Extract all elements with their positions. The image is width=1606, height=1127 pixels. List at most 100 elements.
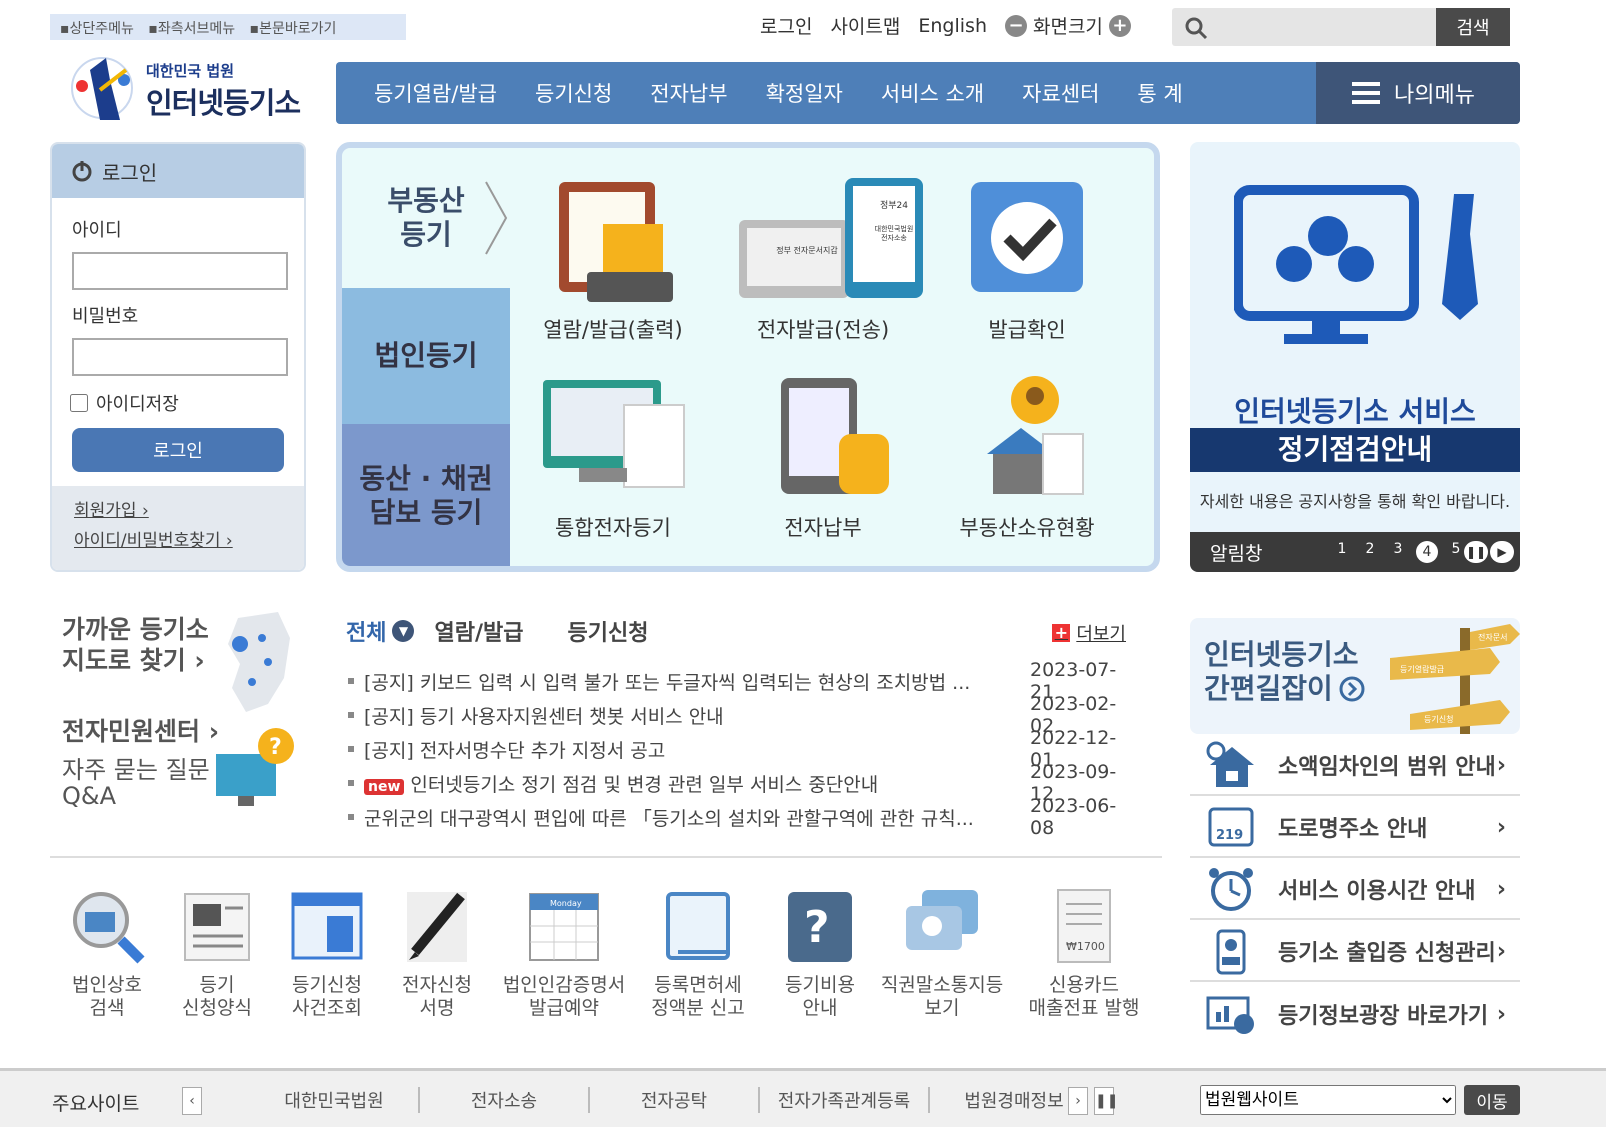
notice-row[interactable]: [공지] 키보드 입력 시 입력 불가 또는 두글자씩 입력되는 현상의 조치방… [346, 659, 1136, 703]
link-label: 등기소 출입증 신청관리 [1278, 941, 1496, 966]
chevron-left-icon[interactable]: ‹ [182, 1087, 202, 1115]
tablet-coins-icon [753, 374, 893, 504]
skip-link-content[interactable]: ▪본문바로가기 [250, 21, 337, 37]
service-license-tax[interactable]: 등록면허세 정액분 신고 [642, 886, 754, 1020]
notice-row[interactable]: [공지] 전자서명수단 추가 지정서 공고 2022-12-01 [346, 727, 1136, 771]
banner-page-1[interactable]: 1 [1332, 541, 1352, 563]
password-input[interactable] [72, 338, 288, 376]
nav-item-statistics[interactable]: 통 계 [1137, 78, 1182, 108]
link-service-hours[interactable]: 서비스 이용시간 안내 › [1190, 860, 1520, 920]
quick-item-property-owner[interactable]: 부동산소유현황 [932, 374, 1122, 542]
notice-banner[interactable]: 인터넷등기소 서비스 정기점검안내 자세한 내용은 공지사항을 통해 확인 바랍… [1190, 142, 1520, 572]
nav-item-view-issue[interactable]: 등기열람/발급 [374, 78, 497, 108]
hamburger-icon [1352, 82, 1380, 104]
banner-page-4[interactable]: 4 [1416, 541, 1438, 563]
quick-item-label: 부동산소유현황 [959, 516, 1095, 540]
nav-item-confirm-date[interactable]: 확정일자 [766, 78, 843, 108]
arrow-circle-icon [1339, 676, 1365, 702]
calendar-text: Monday [550, 899, 582, 908]
footer-site-link[interactable]: 전자가족관계등록 [760, 1087, 930, 1113]
service-cancellation-notice[interactable]: 직권말소통지등 보기 [872, 886, 1012, 1020]
nav-item-data-center[interactable]: 자료센터 [1022, 78, 1099, 108]
easy-guide-banner[interactable]: 인터넷등기소 간편길잡이 전자문서 등기열람발급 등기신청 [1190, 618, 1520, 734]
my-menu-button[interactable]: 나의메뉴 [1316, 62, 1520, 124]
skip-link-submenu[interactable]: ▪좌측서브메뉴 [148, 21, 235, 37]
id-input[interactable] [72, 252, 288, 290]
service-application-forms[interactable]: 등기 신청양식 [172, 886, 262, 1020]
service-seal-certificate[interactable]: Monday 법인인감증명서 발급예약 [494, 886, 634, 1020]
speech-bubble-icon [902, 886, 982, 966]
save-id-checkbox[interactable] [70, 394, 88, 412]
quick-item-integrated[interactable]: 통합전자등기 [518, 374, 708, 542]
link-access-pass[interactable]: 등기소 출입증 신청관리 › [1190, 922, 1520, 982]
utility-menu: 로그인 사이트맵 English − 화면크기 + [760, 12, 1131, 39]
service-e-signature[interactable]: 전자신청 서명 [392, 886, 482, 1020]
service-label-2: 검색 [89, 997, 125, 1019]
search-button[interactable]: 검색 [1436, 8, 1510, 46]
search-input[interactable] [1216, 12, 1426, 42]
service-label-2: 신청양식 [182, 997, 252, 1019]
link-small-tenant[interactable]: 소액임차인의 범위 안내 › [1190, 736, 1520, 796]
section-divider [50, 856, 1162, 858]
pause-icon[interactable]: ❚❚ [1464, 541, 1488, 563]
notice-row[interactable]: [공지] 등기 사용자지원센터 챗봇 서비스 안내 2023-02-02 [346, 693, 1136, 737]
service-cost-guide[interactable]: ? 등기비용 안내 [770, 886, 870, 1020]
tab-movable-assets[interactable]: 동산 · 채권 담보 등기 [342, 424, 510, 566]
link-road-address[interactable]: 219 도로명주소 안내 › [1190, 798, 1520, 858]
skip-link-topmenu[interactable]: ▪상단주메뉴 [60, 21, 134, 37]
find-account-link[interactable]: 아이디/비밀번호찾기 › [74, 526, 282, 556]
join-link[interactable]: 회원가입 › [74, 496, 282, 526]
english-link[interactable]: English [918, 15, 987, 37]
zoom-in-icon[interactable]: + [1108, 14, 1131, 37]
guide-line2: 간편길잡이 [1204, 672, 1333, 705]
go-button[interactable]: 이동 [1464, 1085, 1520, 1115]
quick-item-verify[interactable]: 발급확인 [932, 176, 1122, 344]
quick-item-payment[interactable]: 전자납부 [728, 374, 918, 542]
banner-page-3[interactable]: 3 [1388, 541, 1408, 563]
quick-item-e-issue[interactable]: 정부 전자문서지갑 정부24 대한민국법원 전자소송 전자발급(전송) [728, 176, 923, 344]
sign-text-2: 등기열람발급 [1400, 664, 1444, 674]
login-button[interactable]: 로그인 [72, 428, 284, 472]
notice-row[interactable]: 군위군의 대구광역시 편입에 따른 「등기소의 설치와 관할구역에 관한 규칙.… [346, 795, 1136, 839]
footer-site-link[interactable]: 전자소송 [420, 1087, 590, 1113]
quick-item-label: 열람/발급(출력) [543, 318, 683, 342]
tab-view-issue[interactable]: 열람/발급 [434, 615, 523, 647]
sitemap-link[interactable]: 사이트맵 [830, 12, 900, 39]
notice-board: 전체 ▼ 열람/발급 등기신청 + 더보기 [공지] 키보드 입력 시 입력 불가 … [346, 614, 1146, 864]
tab-corporation[interactable]: 법인등기 [342, 288, 510, 424]
document-print-icon [543, 176, 683, 306]
skip-links: ▪상단주메뉴 ▪좌측서브메뉴 ▪본문바로가기 [50, 14, 406, 40]
link-info-plaza[interactable]: 등기정보광장 바로가기 › [1190, 984, 1520, 1044]
chevron-right-icon[interactable]: › [1068, 1087, 1088, 1115]
tab-arrow-icon [485, 181, 508, 255]
tab-apply[interactable]: 등기신청 [567, 615, 648, 647]
nav-item-apply[interactable]: 등기신청 [535, 78, 612, 108]
service-card-receipt[interactable]: ₩1700 신용카드 매출전표 발행 [1016, 886, 1152, 1020]
pause-icon[interactable]: ❚❚ [1094, 1087, 1118, 1115]
site-select[interactable]: 법원웹사이트 [1200, 1085, 1456, 1115]
banner-page-2[interactable]: 2 [1360, 541, 1380, 563]
link-label: 서비스 이용시간 안내 [1278, 879, 1476, 904]
tab-all[interactable]: 전체 ▼ [346, 615, 415, 647]
nav-item-payment[interactable]: 전자납부 [650, 78, 727, 108]
login-link[interactable]: 로그인 [760, 12, 812, 39]
search-icon [1185, 17, 1208, 40]
play-icon[interactable]: ▶ [1490, 541, 1514, 563]
footer-site-link[interactable]: 전자공탁 [590, 1087, 760, 1113]
service-case-lookup[interactable]: 등기신청 사건조회 [282, 886, 372, 1020]
more-link[interactable]: + 더보기 [1052, 620, 1126, 646]
footer-site-link[interactable]: 대한민국법원 [250, 1087, 420, 1113]
nav-item-service-intro[interactable]: 서비스 소개 [881, 78, 984, 108]
more-label: 더보기 [1076, 624, 1126, 645]
zoom-out-icon[interactable]: − [1004, 14, 1027, 37]
save-id-option[interactable]: 아이디저장 [70, 390, 304, 416]
banner-page-5[interactable]: 5 [1446, 541, 1466, 563]
sign-text-1: 전자문서 [1478, 632, 1507, 642]
receipt-icon: ₩1700 [1044, 886, 1124, 966]
service-label-1: 법인인감증명서 [502, 974, 626, 996]
quick-item-view-issue[interactable]: 열람/발급(출력) [518, 176, 708, 344]
footer-bar: 주요사이트 ‹ 대한민국법원 전자소송 전자공탁 전자가족관계등록 법원경매정보… [0, 1068, 1606, 1127]
service-corp-name-search[interactable]: 법인상호 검색 [62, 886, 152, 1020]
site-logo[interactable]: 대한민국 법원 인터넷등기소 [60, 48, 320, 128]
notice-row[interactable]: new 인터넷등기소 정기 점검 및 변경 관련 일부 서비스 중단안내 2023-… [346, 761, 1136, 805]
